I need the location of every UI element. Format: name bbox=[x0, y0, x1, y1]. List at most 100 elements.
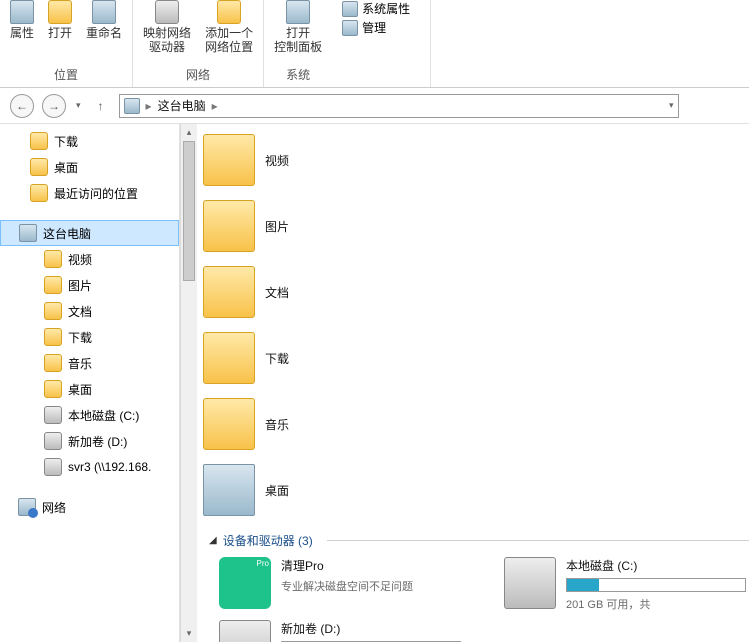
folder-label: 视频 bbox=[265, 152, 289, 169]
folder-icon bbox=[44, 302, 62, 320]
folder-icon bbox=[44, 354, 62, 372]
control-panel-icon bbox=[286, 0, 310, 24]
folder-icon bbox=[44, 380, 62, 398]
tree-svr3[interactable]: svr3 (\\192.168. bbox=[0, 454, 179, 480]
folder-music[interactable]: 音乐 bbox=[203, 394, 503, 454]
device-cleanpro[interactable]: 清理Pro 专业解决磁盘空间不足问题 bbox=[219, 557, 464, 612]
manage-label: 管理 bbox=[362, 19, 386, 36]
pc-icon bbox=[19, 224, 37, 242]
up-button[interactable]: ↑ bbox=[91, 96, 111, 116]
folder-downloads[interactable]: 下载 bbox=[203, 328, 503, 388]
network-drive-icon bbox=[44, 458, 62, 476]
tree-item-label: 桌面 bbox=[54, 159, 78, 176]
map-drive-icon bbox=[155, 0, 179, 24]
ribbon-group-location: 属性 打开 重命名 位置 bbox=[0, 0, 133, 87]
folder-icon bbox=[203, 332, 255, 384]
app-icon bbox=[219, 557, 271, 609]
folder-desktop[interactable]: 桌面 bbox=[203, 460, 503, 520]
system-properties-label: 系统属性 bbox=[362, 0, 410, 17]
tree-downloads[interactable]: 下载 bbox=[0, 128, 179, 154]
tree-desktop[interactable]: 桌面 bbox=[0, 154, 179, 180]
tree-recent[interactable]: 最近访问的位置 bbox=[0, 180, 179, 206]
tree-this-pc[interactable]: 这台电脑 bbox=[0, 220, 179, 246]
ribbon-group-label: 系统 bbox=[286, 64, 310, 87]
tree-music[interactable]: 音乐 bbox=[0, 350, 179, 376]
desktop-icon bbox=[203, 464, 255, 516]
folder-icon bbox=[203, 200, 255, 252]
properties-button[interactable]: 属性 bbox=[10, 0, 34, 40]
drive-icon bbox=[44, 406, 62, 424]
control-panel-label: 打开 控制面板 bbox=[274, 26, 322, 54]
forward-button[interactable]: → bbox=[42, 94, 66, 118]
open-control-panel-button[interactable]: 打开 控制面板 bbox=[274, 0, 322, 54]
map-drive-label: 映射网络 驱动器 bbox=[143, 26, 191, 54]
history-dropdown[interactable]: ▾ bbox=[74, 100, 83, 111]
collapse-icon[interactable]: ◢ bbox=[209, 535, 217, 546]
tree-network[interactable]: 网络 bbox=[0, 494, 179, 520]
ribbon: 属性 打开 重命名 位置 映射网络 驱动器 添加一个 网络位置 网络 bbox=[0, 0, 749, 88]
ribbon-group-system: 打开 控制面板 系统 系统属性 管理 bbox=[264, 0, 431, 87]
properties-icon bbox=[10, 0, 34, 24]
tree-pictures[interactable]: 图片 bbox=[0, 272, 179, 298]
tree-item-label: 桌面 bbox=[68, 381, 92, 398]
folder-pictures[interactable]: 图片 bbox=[203, 196, 503, 256]
divider bbox=[327, 540, 749, 541]
ribbon-group-label: 位置 bbox=[54, 64, 78, 87]
address-bar[interactable]: ▸ 这台电脑 ▸ ▾ bbox=[119, 94, 679, 118]
back-button[interactable]: ← bbox=[10, 94, 34, 118]
open-icon bbox=[48, 0, 72, 24]
folder-icon bbox=[203, 398, 255, 450]
manage-button[interactable]: 管理 bbox=[342, 19, 410, 36]
scroll-thumb[interactable] bbox=[183, 141, 195, 281]
rename-label: 重命名 bbox=[86, 26, 122, 40]
manage-icon bbox=[342, 20, 358, 36]
open-button[interactable]: 打开 bbox=[48, 0, 72, 40]
device-disk-d[interactable]: 新加卷 (D:) 196 GB 可用，共 299 GB bbox=[219, 620, 519, 642]
folder-icon bbox=[30, 184, 48, 202]
ribbon-group-network: 映射网络 驱动器 添加一个 网络位置 网络 bbox=[133, 0, 264, 87]
add-location-icon bbox=[217, 0, 241, 24]
tree-downloads2[interactable]: 下载 bbox=[0, 324, 179, 350]
device-name: 清理Pro bbox=[281, 557, 413, 574]
add-location-button[interactable]: 添加一个 网络位置 bbox=[205, 0, 253, 54]
system-properties-button[interactable]: 系统属性 bbox=[342, 0, 410, 17]
folder-icon bbox=[203, 134, 255, 186]
ribbon-group-label: 网络 bbox=[186, 64, 210, 87]
device-sub: 201 GB 可用，共 bbox=[566, 596, 746, 612]
tree-item-label: 这台电脑 bbox=[43, 225, 91, 242]
device-name: 本地磁盘 (C:) bbox=[566, 557, 746, 574]
section-title: 设备和驱动器 (3) bbox=[223, 532, 313, 549]
tree-documents[interactable]: 文档 bbox=[0, 298, 179, 324]
device-disk-c[interactable]: 本地磁盘 (C:) 201 GB 可用，共 bbox=[504, 557, 749, 612]
tree-item-label: 新加卷 (D:) bbox=[68, 433, 127, 450]
folder-documents[interactable]: 文档 bbox=[203, 262, 503, 322]
tree-item-label: 文档 bbox=[68, 303, 92, 320]
folder-icon bbox=[44, 276, 62, 294]
tree-disk-c[interactable]: 本地磁盘 (C:) bbox=[0, 402, 179, 428]
breadcrumb-root[interactable]: 这台电脑 bbox=[158, 97, 206, 114]
scroll-up-icon[interactable]: ▴ bbox=[181, 124, 197, 141]
scroll-down-icon[interactable]: ▾ bbox=[181, 625, 197, 642]
folder-icon bbox=[44, 250, 62, 268]
drive-icon bbox=[44, 432, 62, 450]
rename-button[interactable]: 重命名 bbox=[86, 0, 122, 40]
tree-videos[interactable]: 视频 bbox=[0, 246, 179, 272]
tree-desktop2[interactable]: 桌面 bbox=[0, 376, 179, 402]
tree-item-label: 网络 bbox=[42, 499, 66, 516]
add-location-label: 添加一个 网络位置 bbox=[205, 26, 253, 54]
folder-label: 文档 bbox=[265, 284, 289, 301]
section-devices: ◢ 设备和驱动器 (3) bbox=[209, 532, 749, 549]
map-drive-button[interactable]: 映射网络 驱动器 bbox=[143, 0, 191, 54]
drive-icon bbox=[219, 620, 271, 642]
tree-disk-d[interactable]: 新加卷 (D:) bbox=[0, 428, 179, 454]
folder-videos[interactable]: 视频 bbox=[203, 130, 503, 190]
open-label: 打开 bbox=[48, 26, 72, 40]
tree-item-label: 下载 bbox=[54, 133, 78, 150]
folder-label: 音乐 bbox=[265, 416, 289, 433]
folder-icon bbox=[30, 158, 48, 176]
address-dropdown-icon[interactable]: ▾ bbox=[669, 100, 674, 111]
nav-tree: 下载 桌面 最近访问的位置 这台电脑 视频 图片 文档 下载 音乐 桌面 本地磁… bbox=[0, 124, 180, 642]
folder-icon bbox=[30, 132, 48, 150]
tree-scrollbar[interactable]: ▴ ▾ bbox=[180, 124, 197, 642]
tree-item-label: 下载 bbox=[68, 329, 92, 346]
